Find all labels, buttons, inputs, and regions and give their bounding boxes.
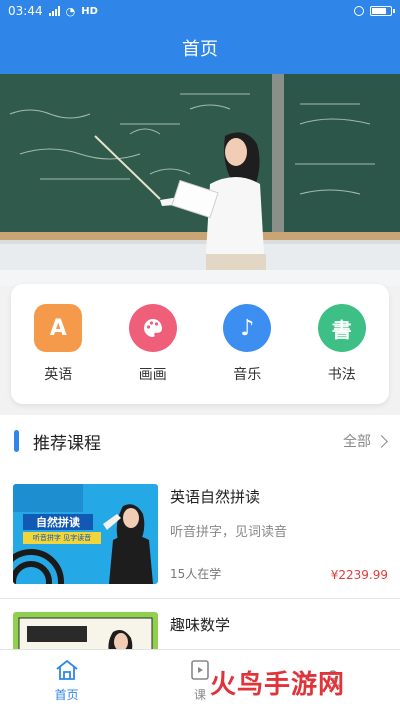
- status-time: 03:44: [8, 4, 43, 18]
- category-calligraphy[interactable]: 書 书法: [307, 304, 377, 384]
- course-thumbnail: [13, 612, 158, 652]
- signal-icon: [48, 6, 60, 16]
- category-label: 画画: [138, 367, 167, 383]
- watermark-text: 火鸟手游网: [210, 669, 346, 700]
- wifi-icon: ◔: [65, 4, 76, 18]
- course-price: ¥2239.99: [330, 568, 388, 582]
- chevron-right-icon: [375, 434, 388, 448]
- course-desc: 听音拼字，见词读音: [170, 525, 288, 540]
- page-title: 首页: [182, 39, 218, 60]
- course-divider: [0, 598, 400, 599]
- section-title: 推荐课程: [33, 433, 101, 454]
- category-label: 英语: [44, 367, 73, 383]
- course-item[interactable]: 趣味数学: [13, 612, 388, 652]
- course-item[interactable]: 自然拼读 听音拼字 见字读音 英语自然拼读 听音拼字，见词读音 15人在学 ¥2…: [13, 484, 388, 584]
- category-painting[interactable]: 画画: [118, 304, 188, 384]
- course-thumbnail: 自然拼读 听音拼字 见字读音: [13, 484, 158, 584]
- english-book-icon: A: [34, 304, 83, 352]
- site-watermark: 火鸟手游网: [210, 660, 390, 704]
- palette-icon: [128, 304, 177, 352]
- category-music[interactable]: ♪ 音乐: [212, 304, 282, 384]
- battery-icon: [370, 6, 395, 16]
- category-card: A 英语 画画 ♪ 音乐 書 书法: [11, 284, 389, 404]
- section-accent-bar: [14, 430, 19, 452]
- banner-image[interactable]: [0, 74, 400, 286]
- category-label: 音乐: [233, 367, 262, 383]
- course-info: 英语自然拼读 听音拼字，见词读音 15人在学 ¥2239.99: [170, 484, 388, 584]
- view-all-link[interactable]: 全部: [343, 431, 388, 451]
- course-name: 英语自然拼读: [170, 488, 261, 506]
- calligraphy-icon: 書: [317, 304, 366, 352]
- category-label: 书法: [327, 367, 356, 383]
- page-header: 首页: [0, 22, 400, 74]
- category-english[interactable]: A 英语: [23, 304, 93, 384]
- thumbnail-subtitle: 听音拼字 见字读音: [32, 534, 92, 542]
- tab-label: 课: [193, 688, 206, 702]
- thumbnail-title: 自然拼读: [36, 516, 80, 529]
- home-icon: [56, 659, 78, 680]
- course-name: 趣味数学: [170, 616, 231, 634]
- section-header: 推荐课程 全部: [0, 415, 400, 467]
- music-note-icon: ♪: [223, 304, 272, 352]
- status-bar: 03:44 ◔ HD: [0, 0, 400, 22]
- network-label: HD: [81, 5, 98, 17]
- course-icon: [191, 660, 209, 680]
- tab-home[interactable]: 首页: [0, 650, 133, 711]
- rotation-lock-icon: [354, 6, 364, 16]
- course-info: 趣味数学: [170, 612, 388, 652]
- view-all-label: 全部: [343, 434, 371, 450]
- tab-label: 首页: [54, 688, 79, 702]
- course-learner-count: 15人在学: [170, 567, 222, 581]
- teacher-blackboard-illustration: [0, 74, 400, 286]
